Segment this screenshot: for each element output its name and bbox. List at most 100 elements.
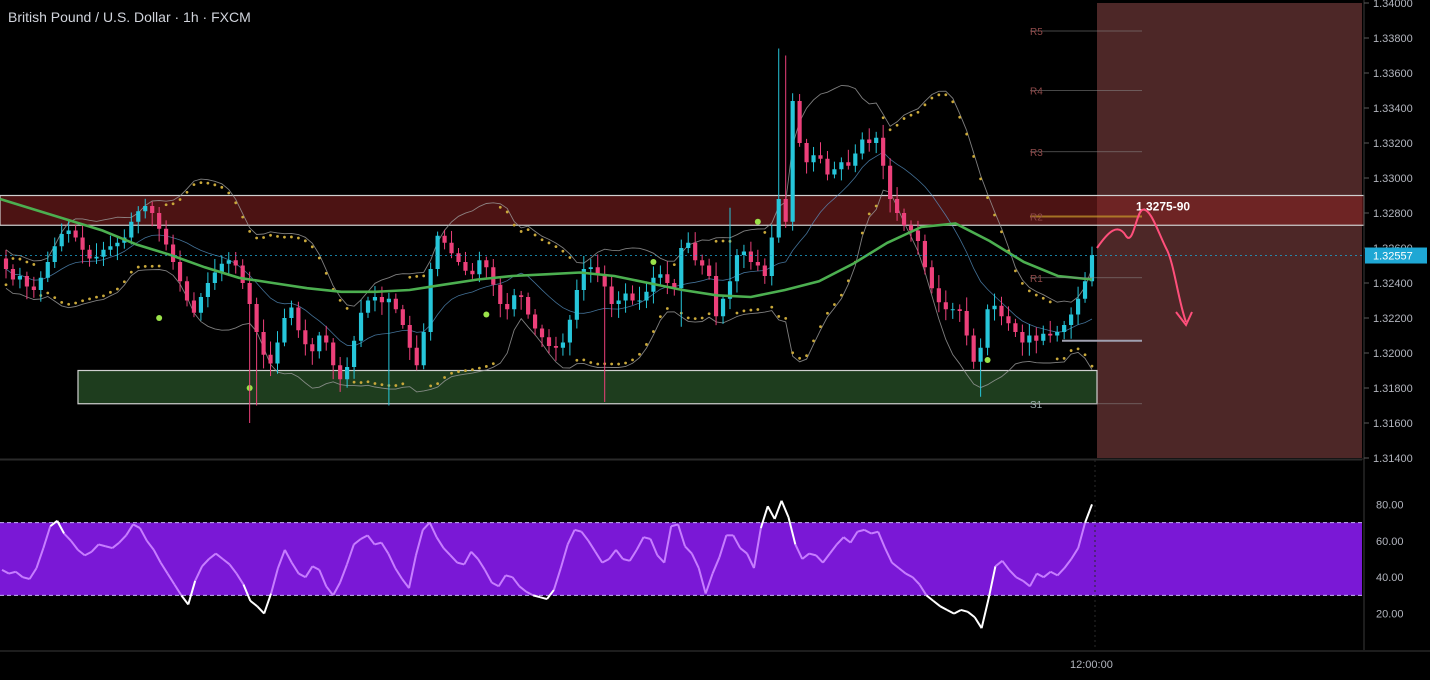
candle[interactable] bbox=[505, 304, 510, 310]
candle[interactable] bbox=[247, 283, 252, 304]
candle[interactable] bbox=[150, 206, 155, 213]
candle[interactable] bbox=[637, 300, 642, 302]
candle[interactable] bbox=[254, 304, 259, 332]
candle[interactable] bbox=[198, 297, 204, 313]
candle[interactable] bbox=[73, 230, 78, 238]
candle[interactable] bbox=[1062, 325, 1067, 332]
candle[interactable] bbox=[317, 335, 322, 352]
candle[interactable] bbox=[783, 199, 788, 222]
candle[interactable] bbox=[449, 242, 454, 254]
candle[interactable] bbox=[157, 213, 162, 229]
candle[interactable] bbox=[839, 162, 844, 170]
candle[interactable] bbox=[66, 230, 71, 235]
candle[interactable] bbox=[491, 267, 496, 285]
candle[interactable] bbox=[87, 249, 92, 259]
candle[interactable] bbox=[289, 307, 294, 319]
candle[interactable] bbox=[94, 256, 99, 259]
candle[interactable] bbox=[922, 241, 928, 268]
candle[interactable] bbox=[804, 143, 809, 163]
candle[interactable] bbox=[1013, 323, 1018, 332]
candle[interactable] bbox=[17, 276, 23, 280]
candle[interactable] bbox=[1055, 332, 1060, 336]
candle[interactable] bbox=[136, 211, 141, 222]
candle[interactable] bbox=[894, 199, 900, 213]
candle[interactable] bbox=[310, 344, 315, 352]
candle[interactable] bbox=[811, 155, 816, 163]
candle[interactable] bbox=[52, 246, 57, 262]
candle[interactable] bbox=[686, 242, 691, 248]
candle[interactable] bbox=[853, 153, 858, 166]
candle[interactable] bbox=[324, 335, 329, 343]
candle[interactable] bbox=[971, 335, 976, 362]
candle[interactable] bbox=[546, 337, 552, 346]
candle[interactable] bbox=[1027, 335, 1032, 343]
candle[interactable] bbox=[331, 342, 336, 366]
candle[interactable] bbox=[470, 270, 475, 275]
candle[interactable] bbox=[846, 162, 851, 166]
candle[interactable] bbox=[623, 293, 628, 301]
candle[interactable] bbox=[519, 295, 524, 297]
candle[interactable] bbox=[929, 267, 934, 289]
candle[interactable] bbox=[762, 265, 767, 277]
candle[interactable] bbox=[358, 312, 364, 341]
candle[interactable] bbox=[338, 365, 343, 380]
candle[interactable] bbox=[484, 260, 489, 268]
candle[interactable] bbox=[867, 139, 872, 144]
candle[interactable] bbox=[1048, 333, 1053, 336]
candle[interactable] bbox=[957, 309, 962, 311]
candle[interactable] bbox=[665, 274, 670, 283]
candle[interactable] bbox=[345, 367, 350, 380]
candle[interactable] bbox=[776, 199, 781, 238]
candle[interactable] bbox=[456, 253, 461, 262]
candle[interactable] bbox=[915, 230, 921, 242]
candle[interactable] bbox=[1034, 335, 1039, 341]
candle[interactable] bbox=[693, 242, 698, 261]
candle[interactable] bbox=[978, 347, 983, 362]
candle[interactable] bbox=[1041, 333, 1046, 341]
candle[interactable] bbox=[539, 328, 545, 338]
candle[interactable] bbox=[379, 297, 385, 303]
candle[interactable] bbox=[992, 305, 997, 310]
candle[interactable] bbox=[296, 307, 301, 331]
candle[interactable] bbox=[205, 283, 210, 297]
candle[interactable] bbox=[825, 158, 830, 175]
candle[interactable] bbox=[512, 295, 517, 310]
candle[interactable] bbox=[164, 228, 169, 245]
candle[interactable] bbox=[421, 332, 426, 366]
candle[interactable] bbox=[498, 284, 503, 304]
candle[interactable] bbox=[797, 101, 802, 143]
candle[interactable] bbox=[999, 305, 1004, 317]
candle[interactable] bbox=[282, 318, 287, 343]
candle[interactable] bbox=[630, 293, 635, 301]
candle[interactable] bbox=[428, 269, 433, 332]
candle[interactable] bbox=[24, 276, 29, 287]
candle[interactable] bbox=[790, 101, 795, 222]
candle[interactable] bbox=[964, 311, 969, 336]
candle[interactable] bbox=[108, 246, 113, 250]
candle[interactable] bbox=[734, 255, 740, 282]
candle[interactable] bbox=[191, 300, 197, 313]
candle[interactable] bbox=[616, 300, 621, 305]
candle[interactable] bbox=[407, 325, 412, 348]
candle[interactable] bbox=[532, 314, 538, 329]
candle[interactable] bbox=[881, 137, 886, 166]
candle[interactable] bbox=[3, 258, 9, 270]
candle[interactable] bbox=[818, 155, 823, 159]
candle[interactable] bbox=[10, 269, 16, 280]
candle[interactable] bbox=[888, 165, 893, 199]
candle[interactable] bbox=[567, 319, 572, 343]
candle[interactable] bbox=[386, 298, 391, 303]
candle[interactable] bbox=[526, 297, 531, 315]
candle[interactable] bbox=[574, 290, 579, 320]
candle[interactable] bbox=[184, 281, 190, 301]
candle[interactable] bbox=[901, 213, 907, 226]
candle[interactable] bbox=[832, 169, 837, 175]
candle[interactable] bbox=[644, 291, 649, 301]
candle[interactable] bbox=[720, 298, 726, 317]
candle[interactable] bbox=[303, 330, 308, 345]
candle[interactable] bbox=[874, 137, 879, 143]
candle[interactable] bbox=[80, 237, 85, 250]
candle[interactable] bbox=[985, 309, 990, 348]
candle[interactable] bbox=[477, 260, 482, 275]
candle[interactable] bbox=[177, 262, 183, 282]
